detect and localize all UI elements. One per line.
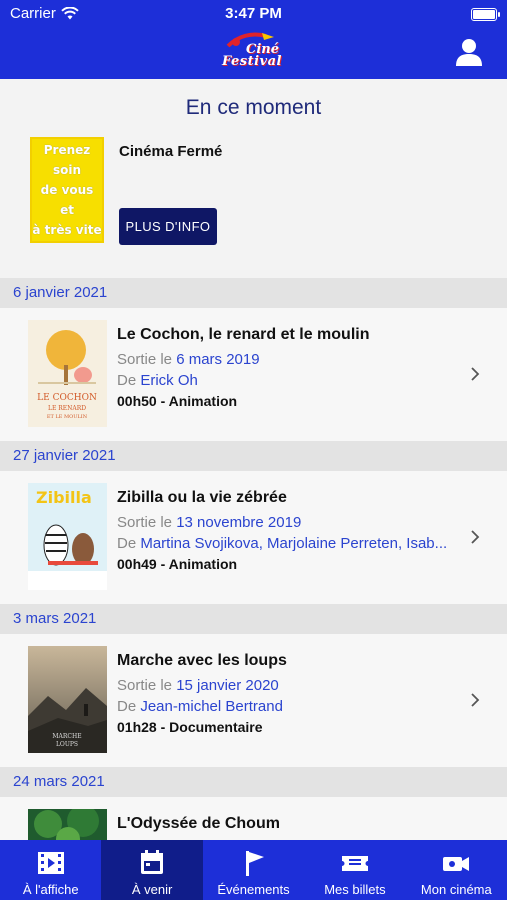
tab-label: À l'affiche: [22, 882, 79, 897]
movie-row[interactable]: LE COCHON LE RENARD ET LE MOULIN Le Coch…: [0, 308, 507, 441]
release-date: 6 mars 2019: [176, 351, 260, 368]
movie-duration: 00h50: [117, 393, 157, 409]
news-card: Prenez soin de vous et à très vite Ciném…: [0, 137, 507, 278]
svg-text:LE COCHON: LE COCHON: [37, 393, 97, 403]
movie-poster: MARCHE LOUPS: [28, 646, 107, 753]
movie-meta: 00h50 - Animation: [117, 393, 238, 409]
tab-label: À venir: [131, 882, 173, 897]
movie-release: Sortie le 13 novembre 2019: [117, 514, 301, 531]
movie-meta: 01h28 - Documentaire: [117, 719, 263, 735]
movie-duration: 00h49: [117, 556, 157, 572]
app-header: Carrier 3:47 PM Ciné Festival: [0, 0, 507, 79]
release-date: 13 novembre 2019: [176, 514, 302, 531]
release-prefix: Sortie le: [117, 351, 177, 368]
poster-text-line: Prenez soin: [43, 143, 91, 177]
movie-title: Zibilla ou la vie zébrée: [117, 489, 287, 506]
movie-poster: [28, 809, 107, 840]
movie-director: De Jean-michel Bertrand: [117, 698, 457, 715]
chevron-right-icon: [471, 367, 480, 381]
movie-release: Sortie le 15 janvier 2020: [117, 677, 279, 694]
movie-duration: 01h28: [117, 719, 157, 735]
movie-row[interactable]: L'Odyssée de Choum: [0, 797, 507, 840]
calendar-icon: [141, 850, 164, 874]
main-content[interactable]: En ce moment Prenez soin de vous et à tr…: [0, 79, 507, 840]
movie-title: Marche avec les loups: [117, 652, 287, 669]
tab-mon-cinema[interactable]: Mon cinéma: [406, 840, 507, 900]
release-date: 15 janvier 2020: [176, 677, 279, 694]
tab-label: Événements: [217, 882, 290, 897]
section-title: En ce moment: [185, 96, 322, 119]
tab-mes-billets[interactable]: Mes billets: [304, 840, 405, 900]
user-account-icon[interactable]: [455, 38, 483, 66]
poster-text-line: de vous: [40, 183, 94, 197]
movie-row[interactable]: Zibilla Zibilla ou la vie zébrée Sortie …: [0, 471, 507, 604]
movie-genre: Animation: [168, 393, 238, 409]
ticket-icon: [341, 856, 368, 871]
poster-text-line: à très vite: [32, 223, 102, 237]
svg-text:ET LE MOULIN: ET LE MOULIN: [47, 414, 88, 420]
movie-poster: Zibilla: [28, 483, 107, 590]
movie-director: De Erick Oh: [117, 372, 457, 389]
director-name[interactable]: Erick Oh: [140, 372, 198, 389]
tab-a-laffiche[interactable]: À l'affiche: [0, 840, 101, 900]
release-prefix: Sortie le: [117, 514, 177, 531]
release-prefix: Sortie le: [117, 677, 177, 694]
movie-director: De Martina Svojikova, Marjolaine Perrete…: [117, 535, 457, 552]
movie-genre: Animation: [168, 556, 238, 572]
movie-release: Sortie le 6 mars 2019: [117, 351, 260, 368]
director-name[interactable]: Martina Svojikova, Marjolaine Perreten, …: [140, 535, 447, 552]
chevron-right-icon: [471, 530, 480, 544]
flag-icon: [245, 851, 264, 876]
tab-label: Mon cinéma: [420, 882, 492, 897]
status-bar: Carrier 3:47 PM: [0, 0, 507, 28]
movie-poster: LE COCHON LE RENARD ET LE MOULIN: [28, 320, 107, 427]
tab-evenements[interactable]: Événements: [203, 840, 304, 900]
director-prefix: De: [117, 535, 141, 552]
more-info-button[interactable]: PLUS D'INFO: [119, 208, 217, 245]
date-header: 27 janvier 2021: [0, 441, 507, 471]
director-prefix: De: [117, 372, 141, 389]
date-header: 3 mars 2021: [0, 604, 507, 634]
movie-meta: 00h49 - Animation: [117, 556, 238, 572]
status-time: 3:47 PM: [225, 5, 282, 22]
cine-festival-logo: Ciné Festival: [222, 30, 288, 74]
director-prefix: De: [117, 698, 141, 715]
svg-text:Zibilla: Zibilla: [36, 488, 92, 507]
news-title: Cinéma Fermé: [119, 143, 223, 160]
director-name[interactable]: Jean-michel Bertrand: [140, 698, 283, 715]
logo-line-2: Festival: [222, 54, 282, 69]
movie-genre: Documentaire: [169, 719, 263, 735]
date-header: 24 mars 2021: [0, 767, 507, 797]
svg-text:LOUPS: LOUPS: [56, 741, 78, 748]
date-header: 6 janvier 2021: [0, 278, 507, 308]
movie-row[interactable]: MARCHE LOUPS Marche avec les loups Sorti…: [0, 634, 507, 767]
poster-text-line: et: [60, 203, 74, 217]
movie-title: L'Odyssée de Choum: [117, 815, 280, 832]
tab-a-venir[interactable]: À venir: [101, 840, 203, 900]
movie-title: Le Cochon, le renard et le moulin: [117, 326, 370, 343]
camera-icon: [443, 857, 470, 871]
svg-text:LE RENARD: LE RENARD: [48, 405, 86, 412]
film-icon: [37, 852, 64, 874]
chevron-right-icon: [471, 693, 480, 707]
news-poster: Prenez soin de vous et à très vite: [30, 137, 104, 243]
tab-bar: À l'affiche À venir Événements Mes bille…: [0, 840, 507, 900]
battery-icon: [471, 8, 500, 21]
tab-label: Mes billets: [324, 882, 386, 897]
svg-text:MARCHE: MARCHE: [52, 733, 81, 740]
